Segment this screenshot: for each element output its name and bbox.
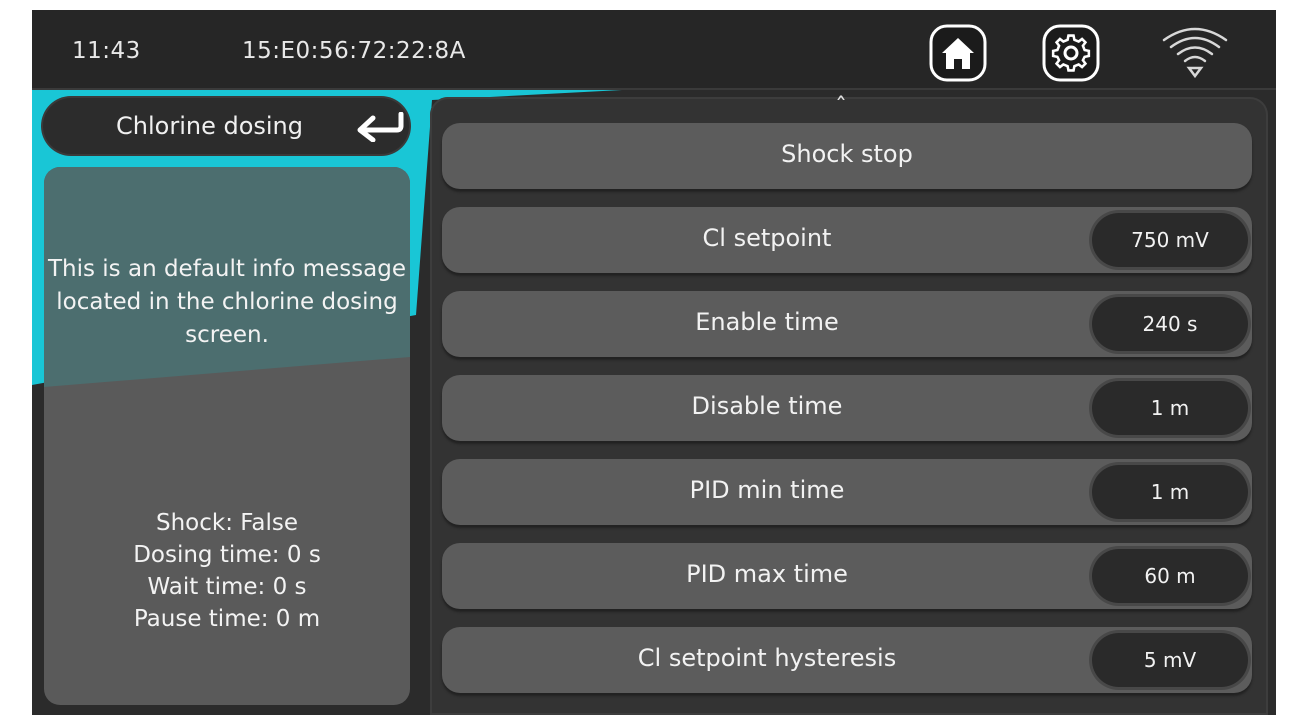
shock-stop-button[interactable]: Shock stop [442,123,1252,189]
home-button[interactable] [928,23,988,83]
home-icon [929,24,987,82]
disable-time-row[interactable]: Disable time 1 m [442,375,1252,441]
settings-button[interactable] [1041,23,1101,83]
pid-min-time-value[interactable]: 1 m [1092,465,1248,519]
pid-min-time-row[interactable]: PID min time 1 m [442,459,1252,525]
info-panel: This is an default info message located … [44,167,410,705]
cl-setpoint-row[interactable]: Cl setpoint 750 mV [442,207,1252,273]
row-label: Shock stop [781,140,913,168]
row-label: PID max time [686,560,848,588]
enable-time-value[interactable]: 240 s [1092,297,1248,351]
gear-icon [1042,24,1100,82]
status-bar: 11:43 15:E0:56:72:22:8A [32,10,1276,90]
status-summary: Shock: False Dosing time: 0 s Wait time:… [44,507,410,635]
row-label: Cl setpoint hysteresis [637,644,897,672]
back-button[interactable]: Chlorine dosing [43,98,409,154]
device-mac-address: 15:E0:56:72:22:8A [242,38,466,64]
cl-setpoint-hysteresis-row[interactable]: Cl setpoint hysteresis 5 mV [442,627,1252,693]
screen-title: Chlorine dosing [116,112,303,140]
wifi-status[interactable] [1160,26,1230,82]
cl-setpoint-hysteresis-value[interactable]: 5 mV [1092,633,1248,687]
stat-wait-time: Wait time: 0 s [147,574,307,600]
chevron-up-icon[interactable]: ˆ [835,93,847,121]
enable-time-row[interactable]: Enable time 240 s [442,291,1252,357]
cl-setpoint-value[interactable]: 750 mV [1092,213,1248,267]
row-label: Enable time [695,308,839,336]
clock-time: 11:43 [72,38,141,64]
row-label: PID min time [689,476,845,504]
settings-list[interactable]: ˆ Shock stop Cl setpoint 750 mV Enable t… [430,93,1268,715]
stat-shock: Shock: False [155,510,298,536]
device-screen: 11:43 15:E0:56:72:22:8A Chlorine dosing … [32,10,1276,715]
wifi-icon [1162,27,1228,79]
pid-max-time-value[interactable]: 60 m [1092,549,1248,603]
stat-dosing-time: Dosing time: 0 s [133,542,321,568]
info-message: This is an default info message located … [47,256,407,348]
stat-pause-time: Pause time: 0 m [133,606,321,632]
disable-time-value[interactable]: 1 m [1092,381,1248,435]
row-label: Disable time [691,392,843,420]
return-arrow-icon [357,112,404,142]
row-label: Cl setpoint [702,224,832,252]
pid-max-time-row[interactable]: PID max time 60 m [442,543,1252,609]
